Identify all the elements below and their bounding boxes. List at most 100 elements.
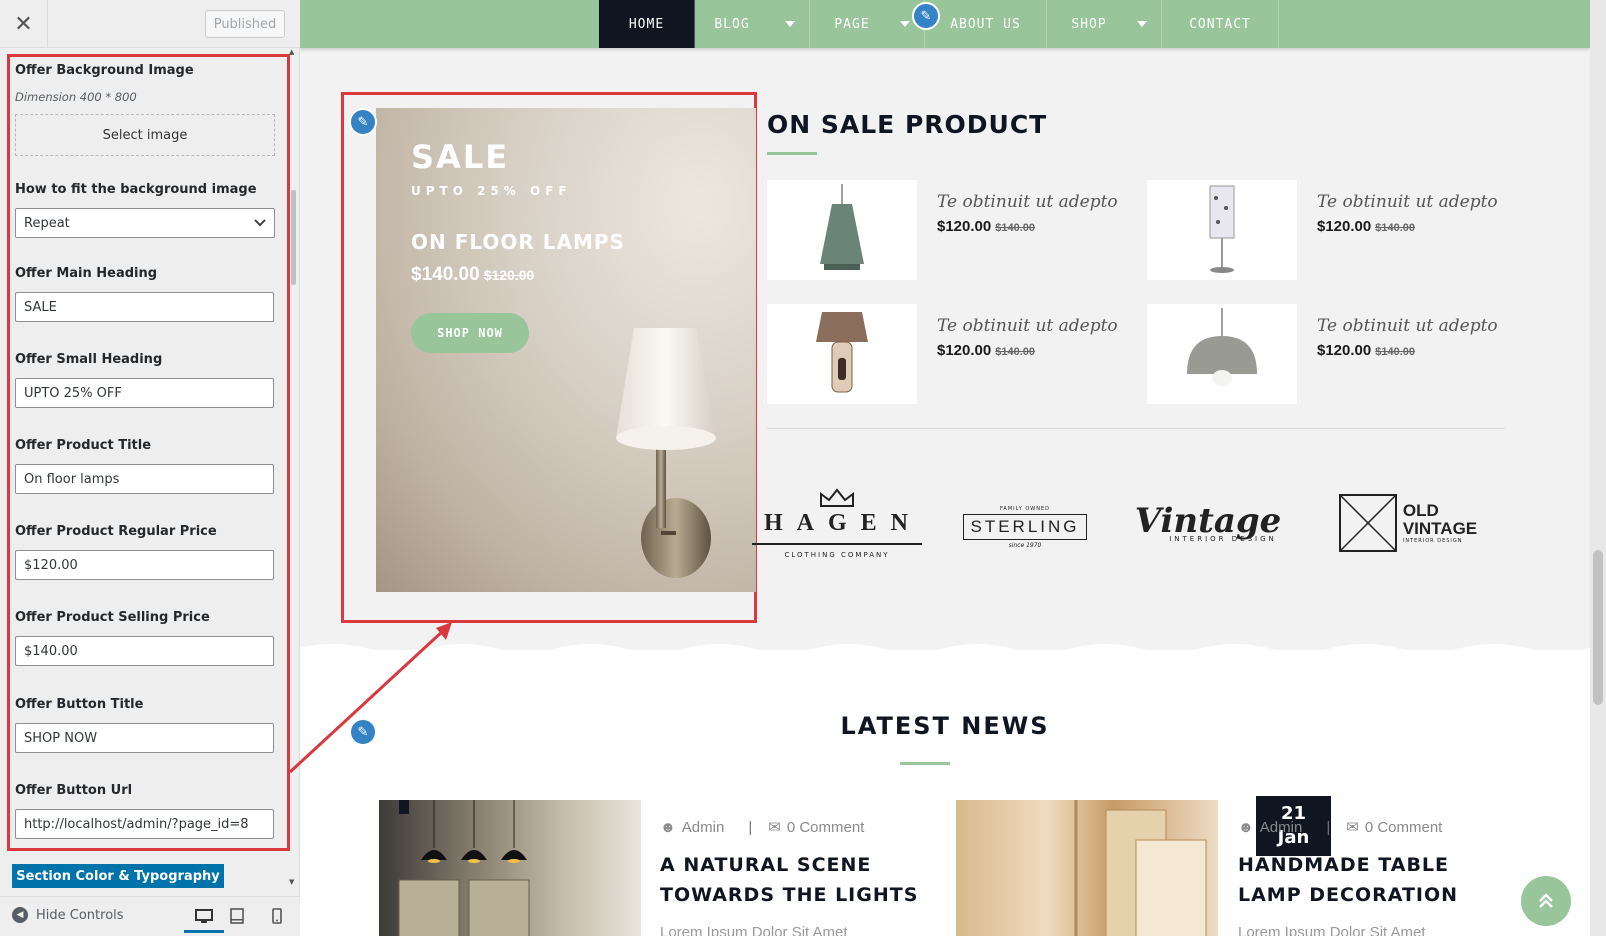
wooden-lamp-image [1074,800,1207,936]
news-title-1[interactable]: A NATURAL SCENE TOWARDS THE LIGHTS [660,850,920,910]
preview-scrollbar[interactable] [1593,550,1603,705]
product-image-3[interactable] [767,304,917,404]
offer-banner: SALE UPTO 25% OFF On floor lamps $140.00… [376,108,756,592]
edit-offer-pencil-icon[interactable]: ✎ [349,108,377,136]
fit-select-value: Repeat [24,215,70,231]
product-name-4[interactable]: Te obtinuit ut adepto [1317,316,1498,336]
fit-select[interactable]: Repeat [15,208,275,238]
section-color-typography-button[interactable]: Section Color & Typography [12,864,224,888]
caret-down-icon [785,21,795,27]
comment-icon: ✉ [1346,819,1359,836]
close-icon[interactable]: ✕ [0,0,48,48]
brand-logo-old-vintage[interactable]: OLD VINTAGE INTERIOR DESIGN [1333,492,1483,554]
nav-item-page[interactable]: PAGE [810,0,925,48]
scroll-up-icon[interactable]: ▲ [289,48,294,56]
product-price-value: $120.00 [1317,218,1372,235]
news-image-2[interactable] [956,800,1218,936]
caret-down-icon [1137,21,1147,27]
monogram-icon [1338,494,1397,552]
offer-product-title: On floor lamps [411,230,625,254]
news-comments[interactable]: 0 Comment [787,819,865,836]
main-heading-label: Offer Main Heading [15,266,158,281]
product-name-2[interactable]: Te obtinuit ut adepto [1317,192,1498,212]
pendant-lights-image [398,800,530,936]
brand-old-line: OLD [1402,501,1439,520]
selling-price-input[interactable]: $140.00 [15,636,274,666]
news-excerpt-1: Lorem Ipsum Dolor Sit Amet [660,924,848,936]
product-price-value: $120.00 [937,218,992,235]
meta-separator: | [748,818,753,836]
regular-price-label: Offer Product Regular Price [15,524,217,539]
hide-controls-button[interactable]: ◀ Hide Controls [12,907,124,923]
nav-shop-label: SHOP [1071,16,1107,32]
desk-lamp-icon [816,312,868,393]
news-title-2[interactable]: HANDMADE TABLE LAMP DECORATION [1238,850,1498,910]
scroll-down-icon[interactable]: ▼ [289,878,294,886]
news-excerpt-2: Lorem Ipsum Dolor Sit Amet [1238,924,1426,936]
nav-item-about[interactable]: ABOUT US [925,0,1047,48]
product-old-price: $140.00 [995,346,1035,358]
shop-now-button[interactable]: SHOP NOW [411,313,529,353]
selling-price-label: Offer Product Selling Price [15,610,210,625]
nav-item-contact[interactable]: CONTACT [1162,0,1279,48]
regular-price-input[interactable]: $120.00 [15,550,274,580]
back-to-top-button[interactable] [1521,876,1571,926]
brand-sterling-top: FAMILY OWNED [999,505,1051,512]
button-url-input[interactable]: http://localhost/admin/?page_id=8 [15,809,274,839]
main-navigation: HOME BLOG PAGE ABOUT US SHOP CONTACT ✎ [300,0,1590,48]
brand-logo-hagen[interactable]: HAGEN CLOTHING COMPANY [752,478,923,568]
title-underline [767,152,817,155]
main-heading-input[interactable]: SALE [15,292,274,322]
edit-menu-pencil-icon[interactable]: ✎ [912,2,940,30]
small-heading-input[interactable]: UPTO 25% OFF [15,378,274,408]
offer-main-heading: SALE [411,138,510,176]
product-price-value: $120.00 [1317,342,1372,359]
comment-icon: ✉ [768,819,781,836]
news-image-1[interactable] [379,800,641,936]
offer-price: $140.00 $120.00 [411,264,534,286]
offer-regular-price: $120.00 [483,267,535,283]
double-chevron-up-icon [1539,893,1553,908]
nav-item-home[interactable]: HOME [599,0,695,48]
product-old-price: $140.00 [1375,346,1415,358]
news-author[interactable]: Admin [1260,819,1303,836]
product-price-value: $120.00 [937,342,992,359]
table-lamp-icon [1209,185,1235,273]
news-meta-2: ☻ Admin | ✉ 0 Comment [1238,818,1443,837]
offer-settings-panel: Offer Background Image Dimension 400 * 8… [7,54,290,851]
news-comments[interactable]: 0 Comment [1365,819,1443,836]
section-divider [767,428,1505,429]
published-button[interactable]: Published [205,10,285,38]
brand-sterling-bottom: since 1970 [1008,541,1042,549]
nav-item-shop[interactable]: SHOP [1047,0,1162,48]
offer-selling-price: $140.00 [411,264,480,285]
brand-logo-sterling[interactable]: FAMILY OWNED STERLING since 1970 [955,498,1095,556]
product-name-3[interactable]: Te obtinuit ut adepto [937,316,1118,336]
sidebar-scrollbar[interactable] [291,190,296,285]
product-image-4[interactable] [1147,304,1297,404]
product-image-1[interactable] [767,180,917,280]
crown-icon [820,487,854,507]
news-author[interactable]: Admin [682,819,725,836]
customizer-header: ✕ Published [0,0,300,48]
preview-scrollbar-track [1590,0,1606,936]
button-title-input[interactable]: SHOP NOW [15,723,274,753]
brand-logo-vintage[interactable]: Vintage INTERIOR DESIGN [1128,494,1288,552]
product-image-2[interactable] [1147,180,1297,280]
bg-image-label: Offer Background Image [15,63,194,78]
tablet-preview-icon[interactable] [226,905,248,927]
product-price-1: $120.00 $140.00 [937,218,1035,235]
desktop-preview-icon[interactable] [184,903,224,933]
product-name-1[interactable]: Te obtinuit ut adepto [937,192,1118,212]
select-image-button[interactable]: Select image [15,114,275,156]
hide-controls-label: Hide Controls [36,907,124,923]
product-old-price: $140.00 [995,222,1035,234]
fit-label: How to fit the background image [15,182,257,197]
nav-item-blog[interactable]: BLOG [695,0,810,48]
brand-vintage-name: Vintage [1134,501,1282,541]
user-icon: ☻ [1238,818,1254,836]
product-title-input[interactable]: On floor lamps [15,464,274,494]
mobile-preview-icon[interactable] [266,905,288,927]
site-preview: HOME BLOG PAGE ABOUT US SHOP CONTACT ✎ S… [300,0,1606,936]
meta-separator: | [1326,818,1331,836]
